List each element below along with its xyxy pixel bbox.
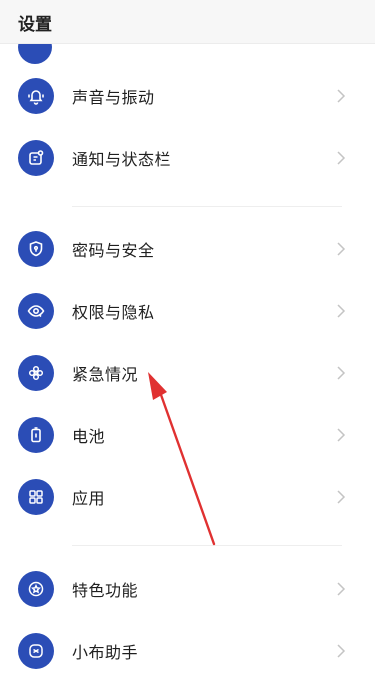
battery-icon <box>18 417 54 453</box>
chevron-right-icon <box>337 490 346 504</box>
apps-grid-icon <box>18 479 54 515</box>
settings-item-label: 密码与安全 <box>72 241 155 260</box>
settings-item-special-features[interactable]: 特色功能 <box>0 558 375 620</box>
settings-item-label: 特色功能 <box>72 581 139 600</box>
privacy-eye-icon <box>18 293 54 329</box>
settings-item-apps[interactable]: 应用 <box>0 466 375 528</box>
settings-item-label: 应用 <box>72 489 106 508</box>
star-circle-icon <box>18 571 54 607</box>
settings-item-permissions-privacy[interactable]: 权限与隐私 <box>0 280 375 342</box>
settings-item-battery[interactable]: 电池 <box>0 404 375 466</box>
section-divider <box>72 545 342 546</box>
settings-item-emergency[interactable]: 紧急情况 <box>0 342 375 404</box>
settings-item-notifications-statusbar[interactable]: 通知与状态栏 <box>0 127 375 189</box>
chevron-right-icon <box>337 151 346 165</box>
assistant-icon <box>18 633 54 669</box>
chevron-right-icon <box>337 304 346 318</box>
notification-icon <box>18 140 54 176</box>
settings-item-label: 通知与状态栏 <box>72 150 172 169</box>
settings-item-label: 小布助手 <box>72 643 139 662</box>
settings-item-label: 声音与振动 <box>72 88 155 107</box>
settings-item-assistant[interactable]: 小布助手 <box>0 620 375 681</box>
bell-icon <box>18 78 54 114</box>
settings-item-password-security[interactable]: 密码与安全 <box>0 218 375 280</box>
top-bar: 设置 <box>0 0 375 44</box>
shield-lock-icon <box>18 231 54 267</box>
chevron-right-icon <box>337 89 346 103</box>
settings-item-sound-vibration[interactable]: 声音与振动 <box>0 65 375 127</box>
chevron-right-icon <box>337 582 346 596</box>
settings-item-label: 电池 <box>72 427 106 446</box>
page-title: 设置 <box>18 15 52 35</box>
chevron-right-icon <box>337 366 346 380</box>
chevron-right-icon <box>337 644 346 658</box>
settings-screen: 设置 声音与振动 通知与状态栏 密码与安全 权限与隐私 紧急情况 电池 应用 特… <box>0 0 375 681</box>
settings-item-label: 紧急情况 <box>72 365 139 384</box>
emergency-icon <box>18 355 54 391</box>
chevron-right-icon <box>337 242 346 256</box>
chevron-right-icon <box>337 428 346 442</box>
settings-item-label: 权限与隐私 <box>72 303 155 322</box>
section-divider <box>72 206 342 207</box>
